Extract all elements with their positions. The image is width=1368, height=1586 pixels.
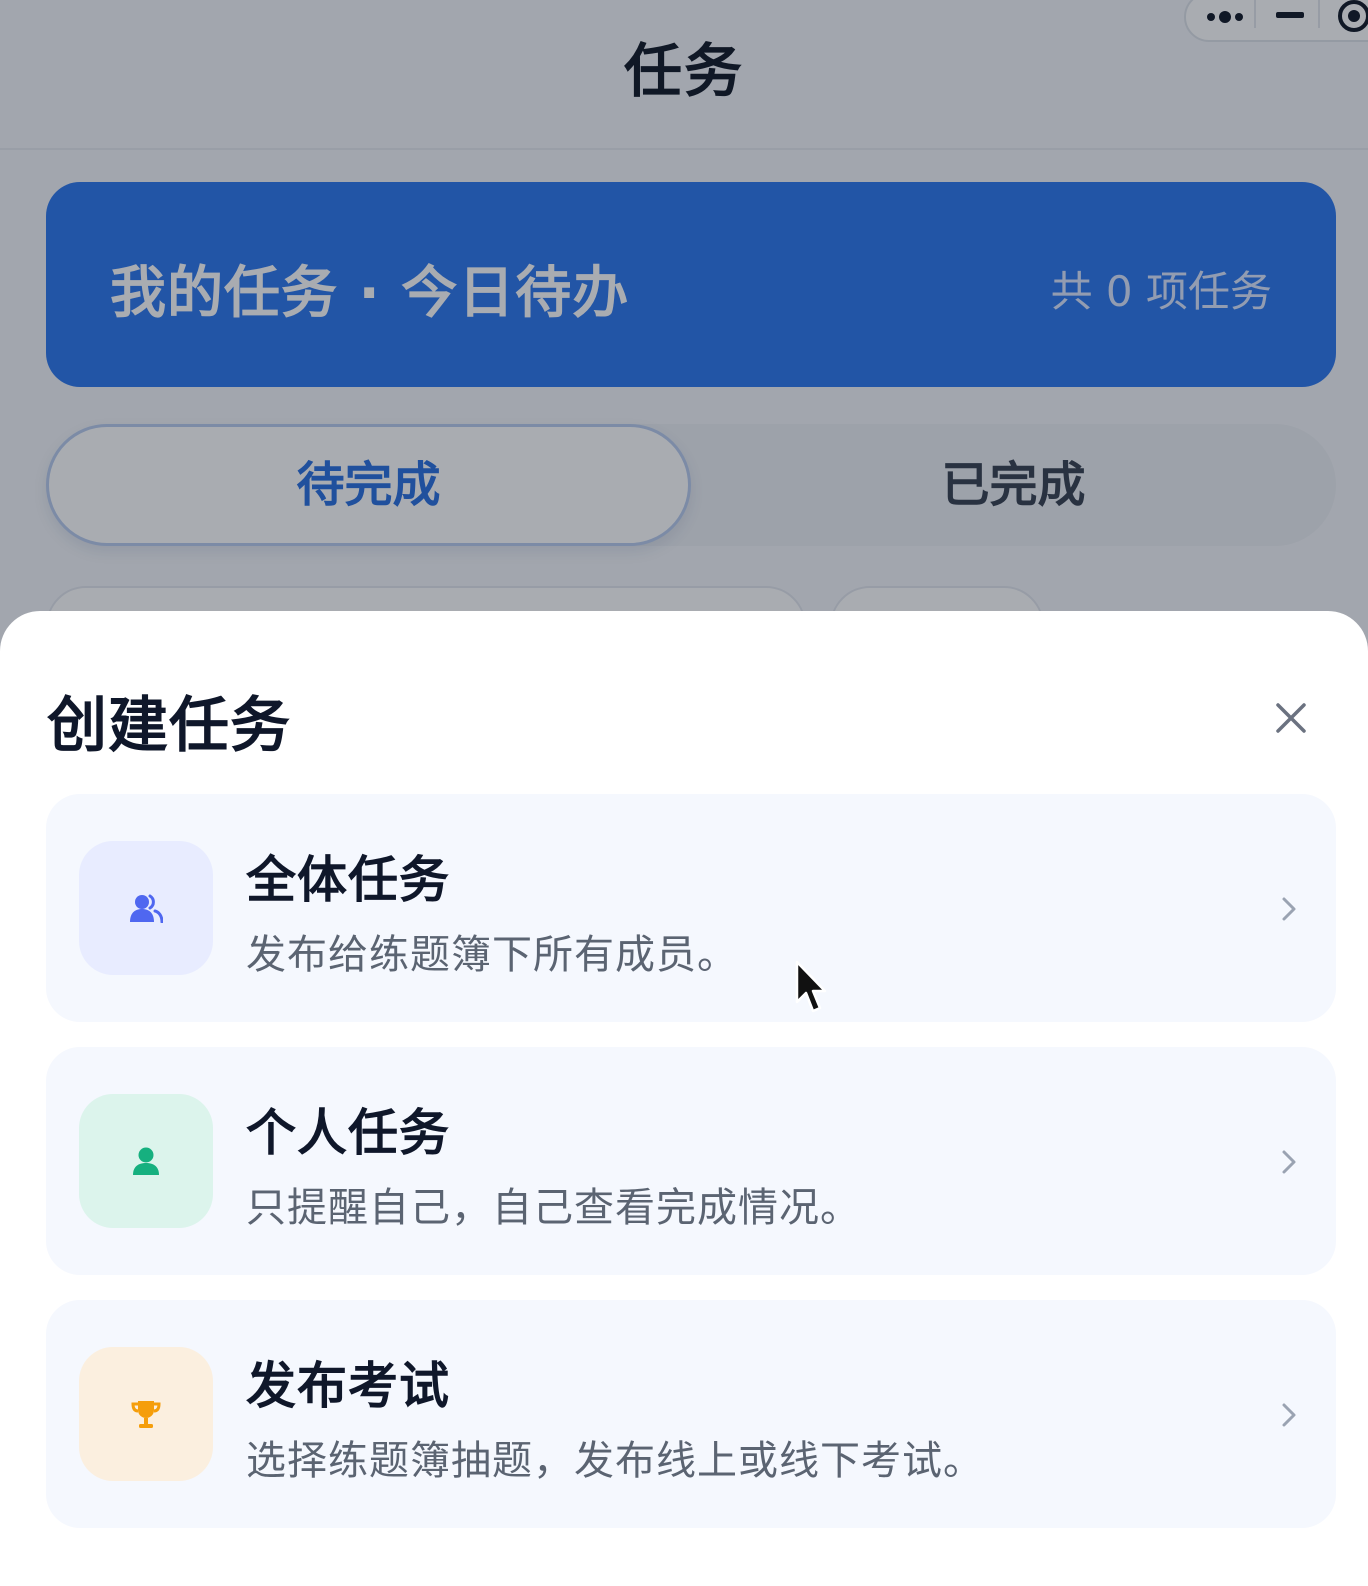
sheet-title: 创建任务 <box>47 691 291 761</box>
option-title: 发布考试 <box>246 1357 450 1415</box>
option-icon-container <box>79 1347 213 1481</box>
chevron-right-icon <box>1282 1403 1296 1427</box>
user-icon <box>133 1147 159 1175</box>
close-icon[interactable] <box>1268 695 1314 741</box>
option-description: 发布给练题簿下所有成员。 <box>246 932 738 978</box>
chevron-right-icon <box>1282 897 1296 921</box>
option-icon-container <box>79 841 213 975</box>
option-personal-task[interactable]: 个人任务 只提醒自己，自己查看完成情况。 <box>46 1047 1336 1275</box>
option-description: 选择练题簿抽题，发布线上或线下考试。 <box>246 1438 984 1484</box>
chevron-right-icon <box>1282 1150 1296 1174</box>
create-task-sheet: 创建任务 全体任务 发布给练题簿下所有成员。 个人任务 只提醒自己，自己查看完成… <box>0 611 1368 1586</box>
option-publish-exam[interactable]: 发布考试 选择练题簿抽题，发布线上或线下考试。 <box>46 1300 1336 1528</box>
option-title: 全体任务 <box>246 851 450 909</box>
option-icon-container <box>79 1094 213 1228</box>
users-icon <box>130 894 163 923</box>
option-description: 只提醒自己，自己查看完成情况。 <box>246 1185 861 1231</box>
trophy-icon <box>131 1401 161 1428</box>
option-title: 个人任务 <box>246 1104 450 1162</box>
option-all-members-task[interactable]: 全体任务 发布给练题簿下所有成员。 <box>46 794 1336 1022</box>
